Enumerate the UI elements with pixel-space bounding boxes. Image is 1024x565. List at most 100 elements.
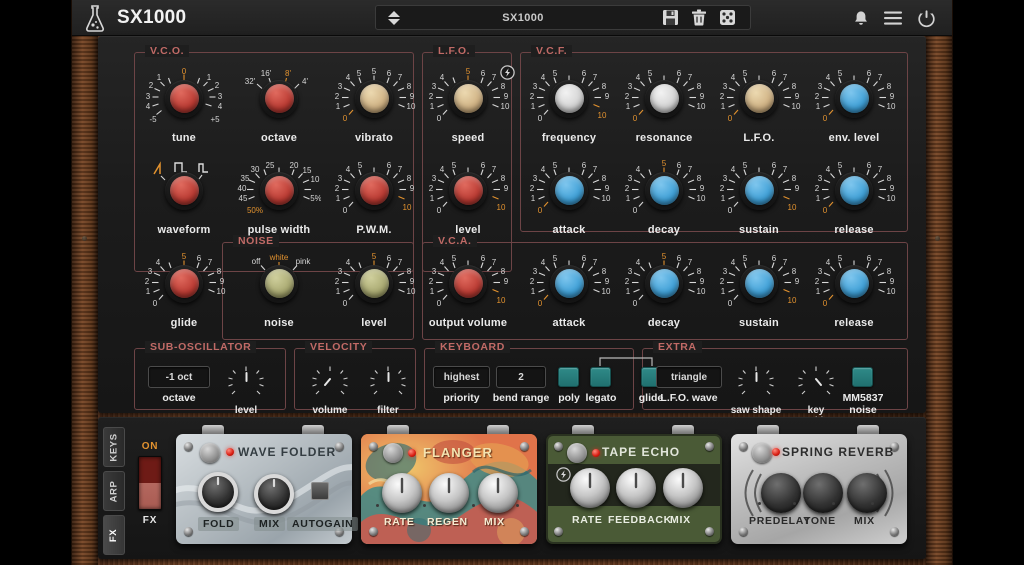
- svg-text:1: 1: [531, 102, 536, 111]
- knob-velocity-filter[interactable]: filter: [360, 360, 416, 416]
- knob-resonance[interactable]: 123 45 678 910 0 resonance: [622, 66, 706, 144]
- lfo-sync-icon[interactable]: [500, 65, 515, 80]
- power-icon[interactable]: [917, 9, 936, 28]
- knob-vcf-sustain[interactable]: 012 345 678 9 10 sustain: [717, 158, 801, 236]
- svg-text:6: 6: [582, 69, 587, 78]
- svg-text:4: 4: [440, 258, 445, 267]
- knob-vcf-attack[interactable]: 123 45 678 910 0 attack: [527, 158, 611, 236]
- group-vca-label: V.C.A.: [433, 235, 477, 247]
- svg-text:off: off: [252, 257, 262, 266]
- plugin-window: SX1000 SX1000: [0, 0, 1024, 565]
- knob-vca-decay[interactable]: 012 34 678 910 5 decay: [622, 251, 706, 329]
- preset-name[interactable]: SX1000: [384, 12, 662, 24]
- pedal-mini-dot: [376, 504, 379, 507]
- pedal-knob-rate[interactable]: [382, 473, 422, 513]
- hamburger-menu-icon[interactable]: [883, 10, 903, 26]
- knob-sub-oscillator-level[interactable]: level: [218, 360, 274, 416]
- pedal-tape-echo[interactable]: TAPE ECHO RATE FEEDBACK MIX: [546, 434, 722, 544]
- keyboard-legato-toggle[interactable]: [590, 367, 611, 387]
- svg-text:3: 3: [628, 267, 633, 276]
- pedal-knob-fold[interactable]: [198, 472, 238, 512]
- tab-arp[interactable]: ARP: [103, 471, 125, 511]
- floppy-save-icon[interactable]: [662, 9, 679, 26]
- knob-lfo-level[interactable]: 012 345 678 9 10 level: [426, 158, 510, 236]
- pedal-spring-reverb[interactable]: SPRING REVERB PREDELAY TONE MIX: [731, 434, 907, 544]
- knob-waveform[interactable]: waveform: [142, 158, 226, 236]
- pedal-autogain-toggle[interactable]: [311, 482, 329, 500]
- keyboard-priority-value[interactable]: highest: [433, 366, 490, 388]
- svg-text:6: 6: [387, 254, 392, 263]
- svg-text:16': 16': [261, 69, 272, 78]
- knob-vibrato[interactable]: 123 455 678 910 0 vibrato: [332, 66, 416, 144]
- tab-keys[interactable]: KEYS: [103, 427, 125, 467]
- knob-vca-release[interactable]: 123 45 678 910 0 release: [812, 251, 896, 329]
- knob-env-level[interactable]: 123 45 678 910 0 env. level: [812, 66, 896, 144]
- knob-vca-sustain[interactable]: 012 345 678 9 10 sustain: [717, 251, 801, 329]
- svg-text:20: 20: [290, 161, 299, 170]
- knob-velocity-volume[interactable]: volume: [302, 360, 358, 416]
- svg-text:30: 30: [251, 165, 260, 174]
- extra-lfo-wave-value[interactable]: triangle: [656, 366, 722, 388]
- svg-text:2: 2: [429, 184, 434, 193]
- svg-text:35: 35: [241, 174, 250, 183]
- pedal-knob-mix[interactable]: [478, 473, 518, 513]
- pedal-flanger[interactable]: FLANGER RATE REGEN MIX: [361, 434, 537, 544]
- keyboard-bend-range-value[interactable]: 2: [496, 366, 546, 388]
- knob-frequency[interactable]: 012 345 678 9 10 frequency: [527, 66, 611, 144]
- fx-power-switch[interactable]: [138, 456, 162, 510]
- pedal-bypass-stomp[interactable]: [752, 443, 772, 463]
- svg-text:9: 9: [605, 184, 610, 193]
- pedal-knob-feedback[interactable]: [616, 468, 656, 508]
- bell-notifications-icon[interactable]: [853, 10, 869, 27]
- svg-text:6: 6: [772, 161, 777, 170]
- svg-text:4: 4: [346, 165, 351, 174]
- tape-echo-sync-icon[interactable]: [556, 467, 571, 482]
- svg-text:8: 8: [887, 82, 892, 91]
- pedal-wave-folder[interactable]: WAVE FOLDER FOLD MIX AUTOGAIN: [176, 434, 352, 544]
- pedal-knob-fold-label: FOLD: [198, 517, 239, 531]
- knob-glide[interactable]: 012 34 678 910 5 glide: [142, 251, 226, 329]
- dice-randomize-icon[interactable]: [719, 9, 736, 26]
- knob-tune[interactable]: -543 21 123 4+5 0 tune: [142, 66, 226, 144]
- preset-bar[interactable]: SX1000: [375, 5, 751, 30]
- knob-vibrato-label: vibrato: [332, 132, 416, 144]
- knob-pwm[interactable]: 012 345 678 9 10 P.W.M.: [332, 158, 416, 236]
- knob-output-volume[interactable]: 012 345 678 9 10 output volume: [426, 251, 510, 329]
- knob-pulse-width[interactable]: 454035 3025 201510 5% 50% pulse width: [237, 158, 321, 236]
- pedal-knob-mix[interactable]: [663, 468, 703, 508]
- fx-strip: KEYS ARP FX ON FX: [98, 417, 926, 559]
- pedal-knob-mix-label: MIX: [670, 514, 691, 526]
- svg-text:5: 5: [743, 161, 748, 170]
- knob-lfo-speed[interactable]: 012 34 678 910 5 speed: [426, 66, 510, 144]
- knob-vcf-decay[interactable]: 012 34 678 910 5 decay: [622, 158, 706, 236]
- svg-text:3: 3: [338, 174, 343, 183]
- pedal-knob-predelay[interactable]: [761, 473, 801, 513]
- svg-text:6: 6: [677, 161, 682, 170]
- knob-output-volume-label: output volume: [426, 317, 510, 329]
- pedal-knob-mix[interactable]: [847, 473, 887, 513]
- knob-vcf-release[interactable]: 123 45 678 910 0 release: [812, 158, 896, 236]
- pedal-knob-mix[interactable]: [254, 474, 294, 514]
- pedal-bypass-stomp[interactable]: [383, 443, 403, 463]
- extra-mm5837-noise-toggle[interactable]: [852, 367, 873, 387]
- knob-saw-shape[interactable]: saw shape: [728, 360, 784, 416]
- pedal-bypass-stomp[interactable]: [567, 443, 587, 463]
- pedal-led: [592, 449, 600, 457]
- pedal-bypass-stomp[interactable]: [200, 443, 220, 463]
- pedal-knob-tone[interactable]: [803, 473, 843, 513]
- svg-text:9: 9: [795, 277, 800, 286]
- sub-oscillator-octave-value[interactable]: -1 oct: [148, 366, 210, 388]
- knob-octave[interactable]: 32'16'4' 8' octave: [237, 66, 321, 144]
- knob-noise-type[interactable]: offpink white noise: [237, 251, 321, 329]
- pedal-knob-rate[interactable]: [570, 468, 610, 508]
- svg-text:2: 2: [720, 184, 725, 193]
- pedal-knob-regen[interactable]: [429, 473, 469, 513]
- trash-delete-icon[interactable]: [691, 9, 707, 26]
- knob-glide-value: 5: [182, 252, 187, 261]
- tab-fx[interactable]: FX: [103, 515, 125, 555]
- knob-vca-attack[interactable]: 123 45 678 910 0 attack: [527, 251, 611, 329]
- knob-vcf-lfo[interactable]: 123 45 678 910 0 L.F.O.: [717, 66, 801, 144]
- knob-noise-level[interactable]: 012 34 678 910 5 level: [332, 251, 416, 329]
- keyboard-poly-toggle[interactable]: [558, 367, 579, 387]
- knob-vca-decay-value: 5: [662, 252, 667, 261]
